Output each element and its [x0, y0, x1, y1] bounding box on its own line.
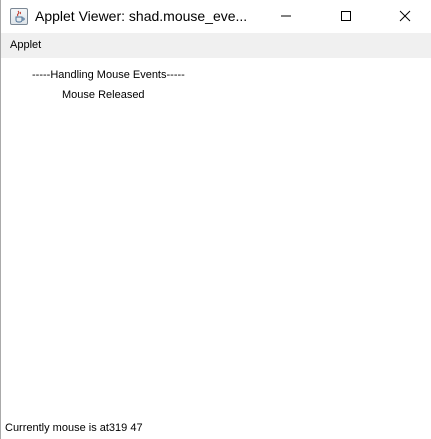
- window-title: Applet Viewer: shad.mouse_eve...: [35, 8, 248, 24]
- title-bar[interactable]: Applet Viewer: shad.mouse_eve...: [1, 0, 431, 33]
- applet-viewer-window: Applet Viewer: shad.mouse_eve... Applet …: [0, 0, 431, 439]
- menu-bar: Applet: [1, 33, 431, 58]
- status-bar: Currently mouse is at319 47: [1, 420, 431, 439]
- applet-heading: -----Handling Mouse Events-----: [32, 69, 185, 81]
- menu-applet[interactable]: Applet: [10, 39, 41, 51]
- close-button[interactable]: [382, 0, 428, 32]
- applet-canvas[interactable]: -----Handling Mouse Events----- Mouse Re…: [1, 58, 431, 439]
- minimize-button[interactable]: [263, 0, 309, 32]
- maximize-icon: [341, 11, 351, 21]
- minimize-icon: [281, 15, 291, 17]
- java-cup-icon: [10, 8, 28, 25]
- mouse-event-text: Mouse Released: [62, 89, 145, 101]
- status-text: Currently mouse is at319 47: [5, 422, 143, 434]
- close-icon: [399, 10, 411, 22]
- maximize-button[interactable]: [323, 0, 369, 32]
